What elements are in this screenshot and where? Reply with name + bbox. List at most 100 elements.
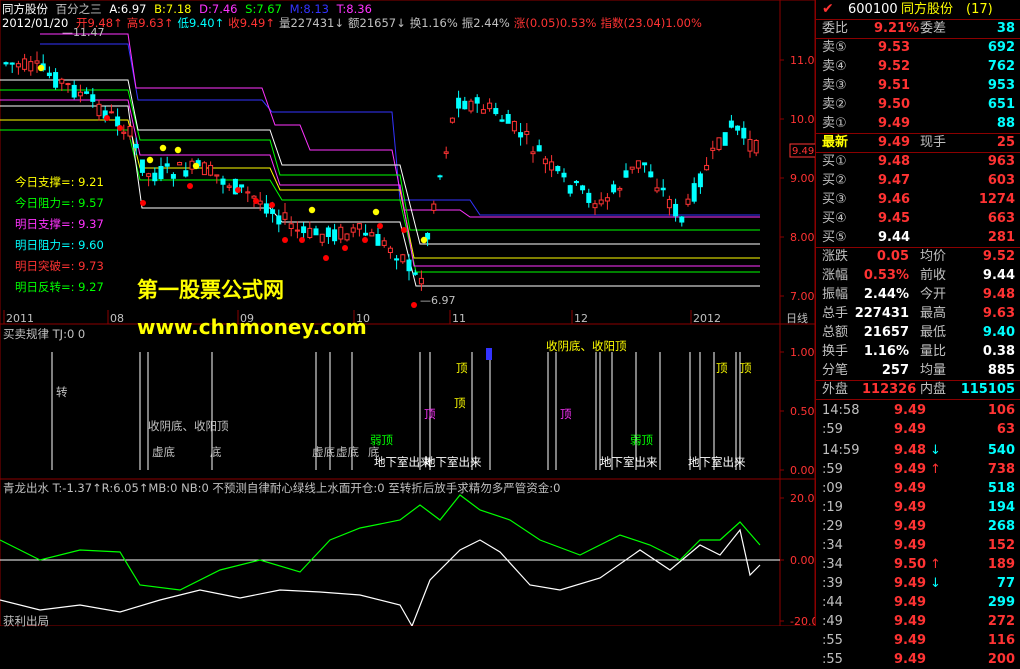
stat-label: 总手: [822, 306, 849, 321]
buy-price: 9.48: [878, 154, 911, 169]
tick-row: :34 9.49 152: [816, 536, 1020, 555]
tick-time: :55: [822, 633, 843, 648]
candle-body: [34, 60, 40, 64]
candle-body: [152, 172, 158, 182]
tick-price: 9.49: [894, 462, 927, 477]
chart-canvas[interactable]: 11.0010.009.008.007.00201108091011122012…: [0, 0, 815, 626]
sell-price: 9.53: [878, 40, 911, 55]
header-field: 换1.16%: [409, 16, 458, 30]
tick-volume: 189: [987, 557, 1015, 572]
tick-time: :34: [822, 538, 843, 553]
signal-dot-red: [411, 302, 417, 308]
panel2-signal-label: 弱顶: [630, 433, 653, 447]
panel2-signal-label: 地下室出来: [600, 455, 658, 469]
sell-price: 9.49: [878, 116, 911, 131]
tick-price: 9.49: [894, 652, 927, 667]
candle-body: [319, 233, 325, 243]
tick-price: 9.49: [894, 614, 927, 629]
buy-label: 买①: [822, 154, 847, 169]
candle-body: [722, 132, 728, 146]
candle-body: [177, 162, 183, 166]
x-tick-label: 11: [452, 312, 466, 325]
candle-body: [90, 94, 96, 102]
candle-body: [741, 127, 747, 139]
stock-name: 同方股份: [901, 2, 954, 17]
header-field: 涨(0.05)0.53%: [513, 16, 597, 30]
buy-volume: 663: [987, 211, 1015, 226]
y-tick-label: 1.00: [790, 346, 815, 359]
panel3-title: 青龙出水 T:-1.37↑R:6.05↑MB:0 NB:0 不预测自律耐心绿线上…: [3, 481, 561, 495]
signal-dot-yellow: [146, 156, 154, 164]
weicha-value: 38: [996, 21, 1015, 36]
stat-label: 涨幅: [822, 268, 849, 283]
sell-label: 卖③: [822, 78, 847, 93]
stat-label: 最低: [920, 325, 947, 340]
buy-price: 9.45: [878, 211, 911, 226]
outer-inner-row: 外盘 112326 内盘 115105: [816, 380, 1020, 399]
signal-dot-red: [323, 255, 329, 261]
tick-time: :44: [822, 595, 843, 610]
candle-body: [164, 163, 170, 167]
header-field: 低9.40↑: [177, 16, 225, 30]
stock-code: 600100: [848, 2, 898, 17]
candle-body: [270, 209, 276, 214]
candle-body: [468, 100, 474, 112]
tick-time: 14:58: [822, 403, 860, 418]
candle-body: [666, 199, 672, 209]
sell-volume: 651: [987, 97, 1015, 112]
candle-body: [381, 240, 387, 246]
stat-value: 0.05: [876, 249, 909, 264]
candle-body: [549, 161, 555, 171]
signal-dot-red: [401, 227, 407, 233]
buy-level-row: 买① 9.48 963: [816, 152, 1020, 171]
stat-label: 前收: [920, 268, 947, 283]
panel2-signal-label: 收阴底、收阳顶: [546, 339, 627, 353]
candle-body: [46, 72, 52, 77]
date-label: 2012/01/20: [2, 16, 69, 30]
candle-body: [505, 114, 511, 124]
y-tick-label: 0.00: [790, 464, 815, 477]
candle-body: [487, 102, 493, 110]
tick-row: :19 9.49 194: [816, 498, 1020, 517]
buy-volume: 963: [987, 154, 1015, 169]
buy-label: 买②: [822, 173, 847, 188]
y-tick-label: 8.00: [790, 231, 815, 244]
tick-arrow: ↓: [930, 576, 941, 591]
candle-body: [115, 116, 121, 127]
candle-body: [623, 170, 629, 178]
tick-row: :09 9.49 518: [816, 479, 1020, 498]
tick-row: :59 9.49 63: [816, 420, 1020, 439]
tick-price: 9.49: [894, 538, 927, 553]
candle-body: [53, 72, 59, 88]
tick-price: 9.50: [894, 557, 927, 572]
candle-body: [282, 212, 288, 220]
weibi-row: 委比 9.21% 委差 38: [816, 19, 1020, 38]
tick-time: :59: [822, 462, 843, 477]
stat-row: 涨跌 0.05 均价 9.52: [816, 247, 1020, 266]
buy-volume: 1274: [978, 192, 1015, 207]
tick-volume: 77: [996, 576, 1015, 591]
candle-body: [139, 159, 145, 173]
tick-price: 9.49: [894, 481, 927, 496]
candle-body: [573, 180, 579, 184]
sell-level-row: 卖② 9.50 651: [816, 95, 1020, 114]
tick-time: :09: [822, 481, 843, 496]
x-tick-label: 12: [574, 312, 588, 325]
candle-body: [170, 174, 176, 179]
x-tick-label: 2012: [693, 312, 721, 325]
panel2-signal-label: 虚底: [312, 445, 335, 459]
stat-label: 均价: [920, 249, 947, 264]
candle-body: [567, 185, 573, 194]
stat-row: 振幅 2.44% 今开 9.48: [816, 285, 1020, 304]
y-tick-label: -20.00: [790, 615, 815, 626]
candle-body: [294, 229, 300, 232]
kline-chart-area[interactable]: 11.0010.009.008.007.00201108091011122012…: [0, 0, 815, 628]
tick-time: 14:59: [822, 443, 860, 458]
candle-body: [499, 119, 505, 122]
stat-label: 涨跌: [822, 249, 849, 264]
panel2-signal-label: 转: [56, 385, 68, 399]
tick-time: :29: [822, 519, 843, 534]
tick-price: 9.48: [894, 443, 927, 458]
sell-label: 卖①: [822, 116, 847, 131]
candle-body: [9, 62, 15, 65]
